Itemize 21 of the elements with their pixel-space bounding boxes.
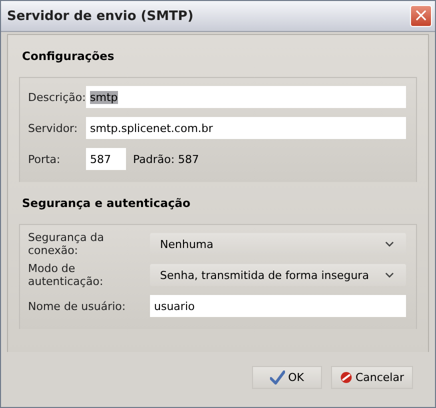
field-label: Segurança da conexão: xyxy=(28,231,105,257)
input-field[interactable]: smtp.splicenet.com.br xyxy=(86,117,406,139)
hint-text: Padrão: 587 xyxy=(133,152,200,166)
ok-button[interactable]: OK xyxy=(252,366,322,389)
checkmark-icon xyxy=(270,370,286,385)
field-label: Servidor: xyxy=(28,122,79,134)
section-heading: Segurança e autenticação xyxy=(21,195,192,212)
window-title: Servidor de envio (SMTP) xyxy=(7,8,194,24)
input-field[interactable]: smtp xyxy=(86,86,406,108)
field-label: Porta: xyxy=(28,152,62,166)
chevron-icon xyxy=(385,241,394,247)
section-heading: Configurações xyxy=(21,48,116,65)
field-label: Descrição: xyxy=(28,90,86,104)
cancel-icon xyxy=(340,370,352,385)
input-field[interactable]: 587 xyxy=(86,148,126,170)
cancel-button[interactable]: Cancelar xyxy=(331,366,413,389)
chevron-icon xyxy=(385,272,394,278)
field-label: Modo de autenticação: xyxy=(28,262,104,288)
field-label: Nome de usuário: xyxy=(28,300,127,312)
dropdown[interactable]: Senha, transmitida de forma insegura xyxy=(150,264,406,286)
input-field[interactable]: usuario xyxy=(150,295,406,317)
